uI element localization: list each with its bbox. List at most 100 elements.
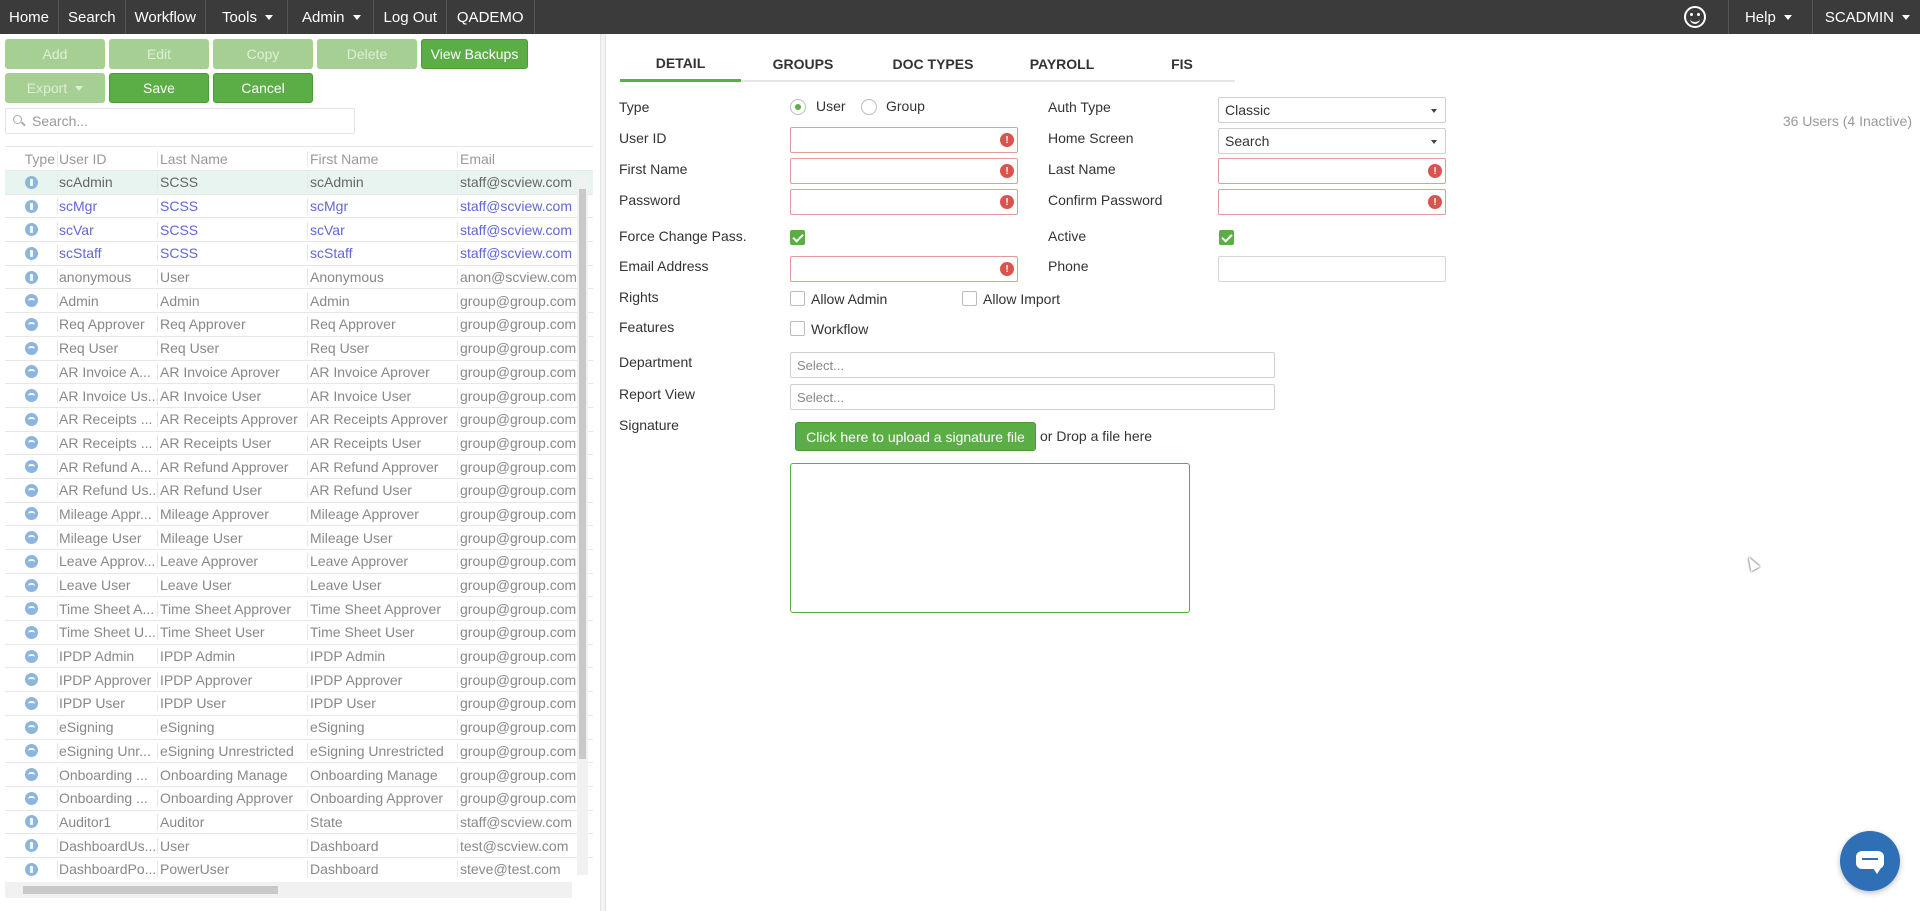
table-row[interactable]: Time Sheet A... Time Sheet Approver Time S… xyxy=(5,597,593,622)
department-select[interactable]: Select... xyxy=(790,352,1275,378)
scrollbar-thumb[interactable] xyxy=(579,189,586,759)
scrollbar-thumb[interactable] xyxy=(23,886,278,894)
col-type[interactable]: Type xyxy=(5,151,57,167)
table-row[interactable]: Time Sheet U... Time Sheet User Time Sheet… xyxy=(5,621,593,645)
group-type-icon xyxy=(24,744,38,758)
view-backups-button[interactable]: View Backups xyxy=(421,39,528,69)
cancel-button[interactable]: Cancel xyxy=(213,73,313,103)
nav-search[interactable]: Search xyxy=(59,0,126,34)
table-row[interactable]: AR Refund Us... AR Refund User AR Refund U… xyxy=(5,479,593,503)
table-row[interactable]: Leave User Leave User Leave User group@grou… xyxy=(5,574,593,598)
col-last-name[interactable]: Last Name xyxy=(157,150,307,167)
workflow-label: Workflow xyxy=(811,321,869,337)
table-row[interactable]: Mileage User Mileage User Mileage User grou… xyxy=(5,526,593,550)
phone-field[interactable] xyxy=(1218,256,1446,282)
home-screen-select[interactable]: Search xyxy=(1218,128,1446,154)
nav-tools[interactable]: Tools xyxy=(206,0,288,34)
table-row[interactable]: IPDP Approver IPDP Approver IPDP Approver g… xyxy=(5,668,593,693)
tab-detail[interactable]: DETAIL xyxy=(620,46,741,82)
tab-payroll[interactable]: PAYROLL xyxy=(1007,46,1117,82)
col-first-name[interactable]: First Name xyxy=(307,150,457,167)
cell-user-id: Time Sheet U... xyxy=(57,624,156,641)
table-row[interactable]: AR Invoice Us... AR Invoice User AR Invoic… xyxy=(5,384,593,408)
signature-preview[interactable] xyxy=(790,463,1190,613)
table-row[interactable]: scMgr SCSS scMgr staff@scview.com xyxy=(5,195,593,219)
cell-user-id: AR Refund Us... xyxy=(57,482,157,499)
home-screen-label: Home Screen xyxy=(1048,130,1134,146)
table-row[interactable]: AR Receipts ... AR Receipts Approver AR Re… xyxy=(5,408,593,432)
table-row[interactable]: AR Receipts ... AR Receipts User AR Receip… xyxy=(5,432,593,456)
table-row[interactable]: Auditor1 Auditor State staff@scview.com xyxy=(5,811,593,835)
nav-admin[interactable]: Admin xyxy=(288,0,374,34)
email-field[interactable]: ! xyxy=(790,256,1018,282)
col-user-id[interactable]: User ID xyxy=(57,150,157,167)
first-name-label: First Name xyxy=(619,161,688,177)
nav-help[interactable]: Help xyxy=(1727,0,1813,34)
export-button[interactable]: Export xyxy=(5,73,105,103)
nav-workflow[interactable]: Workflow xyxy=(126,0,206,34)
allow-import-checkbox[interactable] xyxy=(962,291,977,306)
table-row[interactable]: scAdmin SCSS scAdmin staff@scview.com xyxy=(5,171,593,195)
table-row[interactable]: DashboardUs... User Dashboard test@scview.c… xyxy=(5,834,593,858)
table-row[interactable]: Mileage Appr... Mileage Approver Mileage A… xyxy=(5,503,593,527)
type-group-radio[interactable] xyxy=(861,99,877,115)
table-row[interactable]: IPDP Admin IPDP Admin IPDP Admin group@grou… xyxy=(5,645,593,669)
save-button[interactable]: Save xyxy=(109,73,209,103)
upload-signature-button[interactable]: Click here to upload a signature file xyxy=(795,422,1036,451)
table-row[interactable]: Leave Approv... Leave Approver Leave Appro… xyxy=(5,550,593,574)
add-button[interactable]: Add xyxy=(5,39,105,69)
cell-email: group@group.com xyxy=(457,719,579,736)
workflow-checkbox[interactable] xyxy=(790,321,805,336)
nav-home[interactable]: Home xyxy=(0,0,60,34)
nav-instance[interactable]: QADEMO xyxy=(447,0,535,34)
grid-horizontal-scrollbar[interactable] xyxy=(5,882,572,898)
allow-admin-checkbox[interactable] xyxy=(790,291,805,306)
type-user-radio[interactable] xyxy=(790,99,806,115)
nav-user-menu[interactable]: SCADMIN xyxy=(1813,0,1920,34)
password-field[interactable]: ! xyxy=(790,189,1018,215)
search-input[interactable]: Search... xyxy=(5,108,355,134)
copy-button[interactable]: Copy xyxy=(213,39,313,69)
error-icon: ! xyxy=(1428,164,1442,178)
tab-doc-types[interactable]: DOC TYPES xyxy=(868,46,998,82)
table-row[interactable]: IPDP User IPDP User IPDP User group@group.c… xyxy=(5,692,593,716)
active-checkbox[interactable] xyxy=(1219,230,1234,245)
table-row[interactable]: AR Invoice A... AR Invoice Aprover AR Invo… xyxy=(5,361,593,385)
nav-logout[interactable]: Log Out xyxy=(374,0,447,34)
table-row[interactable]: anonymous User Anonymous anon@scview.com xyxy=(5,266,593,290)
confirm-password-field[interactable]: ! xyxy=(1218,189,1446,215)
chat-widget-button[interactable] xyxy=(1840,831,1900,891)
auth-type-select[interactable]: Classic xyxy=(1218,97,1446,123)
group-type-icon xyxy=(24,507,38,521)
table-row[interactable]: Admin Admin Admin group@group.com xyxy=(5,289,593,314)
table-row[interactable]: Req Approver Req Approver Req Approver grou… xyxy=(5,313,593,337)
table-row[interactable]: Req User Req User Req User group@group.com xyxy=(5,337,593,361)
feedback-smiley-icon[interactable] xyxy=(1683,6,1706,28)
error-icon: ! xyxy=(1000,164,1014,178)
cell-type xyxy=(5,602,57,616)
col-email[interactable]: Email xyxy=(457,150,579,167)
group-type-icon xyxy=(24,720,38,734)
panel-splitter[interactable] xyxy=(600,34,606,911)
grid-vertical-scrollbar[interactable] xyxy=(577,175,588,875)
tab-fis[interactable]: FIS xyxy=(1127,46,1237,82)
cell-user-id: AR Receipts ... xyxy=(57,411,157,428)
table-row[interactable]: DashboardPo... PowerUser Dashboard steve@te… xyxy=(5,858,593,880)
tab-groups[interactable]: GROUPS xyxy=(748,46,858,82)
last-name-field[interactable]: ! xyxy=(1218,158,1446,184)
force-change-checkbox[interactable] xyxy=(790,230,805,245)
table-row[interactable]: AR Refund A... AR Refund Approver AR Refun… xyxy=(5,455,593,479)
table-row[interactable]: scStaff SCSS scStaff staff@scview.com xyxy=(5,242,593,266)
delete-button[interactable]: Delete xyxy=(317,39,417,69)
user-id-field[interactable]: ! xyxy=(790,127,1018,153)
table-row[interactable]: Onboarding ... Onboarding Approver Onboard… xyxy=(5,787,593,811)
table-row[interactable]: eSigning eSigning eSigning group@group.com xyxy=(5,716,593,740)
force-change-label: Force Change Pass. xyxy=(619,228,747,244)
table-row[interactable]: scVar SCSS scVar staff@scview.com xyxy=(5,218,593,243)
active-label: Active xyxy=(1048,228,1087,244)
edit-button[interactable]: Edit xyxy=(109,39,209,69)
table-row[interactable]: eSigning Unr... eSigning Unrestricted eSig… xyxy=(5,740,593,764)
first-name-field[interactable]: ! xyxy=(790,158,1018,184)
report-view-select[interactable]: Select... xyxy=(790,384,1275,410)
table-row[interactable]: Onboarding ... Onboarding Manage Onboardin… xyxy=(5,763,593,787)
